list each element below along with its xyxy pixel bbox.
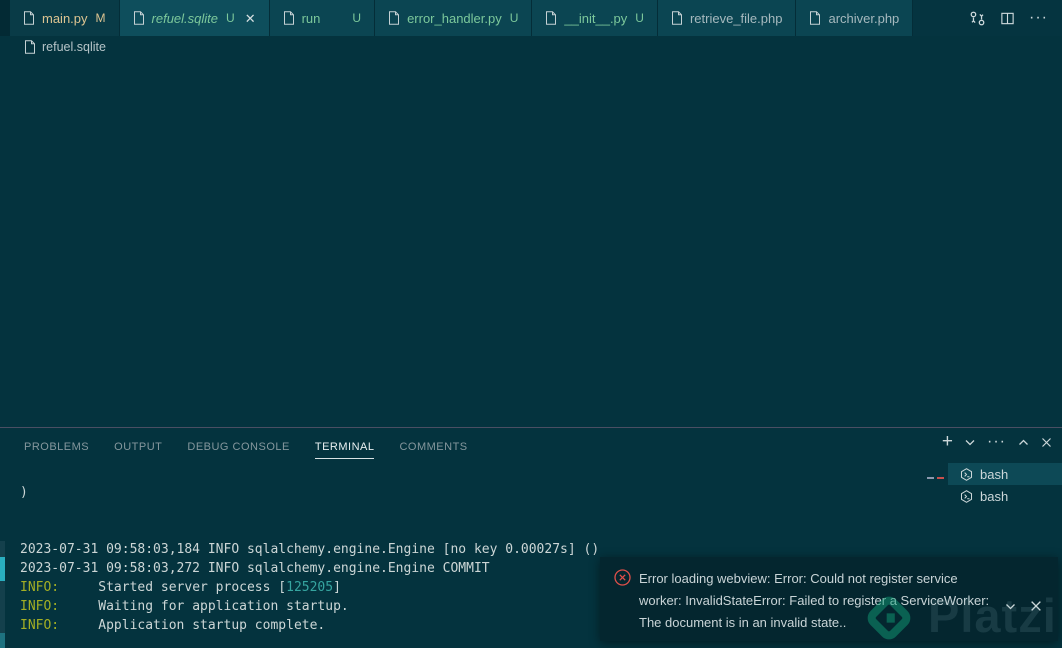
tab-label: __init__.py [564, 10, 628, 26]
tab-label: run [301, 10, 321, 26]
panel-tab-terminal[interactable]: TERMINAL [314, 433, 375, 459]
terminal-command-decoration [0, 557, 5, 581]
breadcrumb-file: refuel.sqlite [42, 40, 106, 54]
error-icon [614, 569, 631, 641]
editor-tab-refuel.sqlite[interactable]: refuel.sqlite U ✕ [119, 0, 270, 36]
terminal-dropdown-icon[interactable] [965, 439, 975, 446]
maximize-panel-icon[interactable] [1018, 439, 1029, 446]
editor-content [0, 58, 1062, 427]
terminal-command-decoration [0, 633, 5, 648]
open-changes-icon[interactable] [969, 10, 986, 27]
notification-chevron-down-icon[interactable] [1005, 571, 1016, 641]
file-icon [283, 11, 295, 25]
file-icon [671, 11, 683, 25]
panel-actions: + ··· [942, 432, 1052, 451]
editor-tabs: main.py Mrefuel.sqlite U ✕ run Uerror_handler… [10, 0, 955, 36]
tab-git-status-badge: M [95, 11, 106, 25]
file-icon [133, 11, 145, 25]
overview-decoration-error [937, 477, 944, 479]
file-icon [388, 11, 400, 25]
tab-label: retrieve_file.php [689, 10, 783, 26]
panel-tab-comments[interactable]: COMMENTS [399, 433, 467, 459]
tab-label: archiver.php [828, 10, 900, 26]
terminal-icon [960, 489, 973, 503]
session-label: bash [980, 488, 1009, 504]
panel-more-icon[interactable]: ··· [987, 434, 1006, 450]
notification-close-icon[interactable] [1030, 571, 1042, 641]
file-icon [809, 11, 821, 25]
panel-tab-debug-console[interactable]: DEBUG CONSOLE [187, 433, 289, 459]
terminal-session-bash[interactable]: bash [948, 485, 1062, 507]
panel-tab-output[interactable]: OUTPUT [114, 433, 162, 459]
notification-toast: Error loading webview: Error: Could not … [600, 557, 1058, 641]
editor-actions: ··· [955, 0, 1062, 36]
tab-git-status-badge: U [635, 11, 644, 25]
editor-tab-main.py[interactable]: main.py M [10, 0, 120, 36]
tab-label: main.py [42, 10, 88, 26]
editor-tab-retrieve_file.php[interactable]: retrieve_file.php [657, 0, 797, 36]
editor-tab-__init__.py[interactable]: __init__.py U [532, 0, 658, 36]
panel-tab-problems[interactable]: PROBLEMS [24, 433, 89, 459]
editor-tab-run[interactable]: run U [269, 0, 376, 36]
tab-label: refuel.sqlite [151, 10, 219, 26]
terminal-session-bash[interactable]: bash [927, 463, 1062, 485]
close-panel-icon[interactable] [1041, 437, 1052, 448]
panel-header: PROBLEMS OUTPUT DEBUG CONSOLE TERMINAL COMME… [0, 428, 1062, 463]
file-icon [545, 11, 557, 25]
editor-tab-archiver.php[interactable]: archiver.php [796, 0, 914, 36]
more-actions-icon[interactable]: ··· [1029, 10, 1048, 26]
session-label: bash [980, 466, 1009, 482]
tab-close-icon[interactable]: ✕ [245, 12, 256, 25]
terminal-icon [960, 467, 973, 481]
new-terminal-icon[interactable]: + [942, 432, 953, 451]
breadcrumb[interactable]: refuel.sqlite [0, 36, 1062, 58]
terminal-output: ) 2023-07-31 09:58:03,184 INFO sqlalchem… [20, 485, 600, 633]
overview-decoration [927, 477, 934, 479]
tab-git-status-badge: U [352, 11, 362, 25]
editor-tab-bar: main.py Mrefuel.sqlite U ✕ run Uerror_handler… [0, 0, 1062, 36]
file-icon [24, 40, 36, 54]
editor-tab-error_handler.py[interactable]: error_handler.py U [375, 0, 533, 36]
notification-message: Error loading webview: Error: Could not … [639, 571, 990, 630]
tabbar-left-gap [0, 0, 10, 36]
notification-actions [1005, 571, 1042, 641]
tab-label: error_handler.py [407, 10, 502, 26]
file-icon [23, 11, 35, 25]
split-editor-icon[interactable] [1000, 11, 1015, 26]
panel-tabs: PROBLEMS OUTPUT DEBUG CONSOLE TERMINAL COMME… [0, 433, 468, 459]
tab-git-status-badge: U [509, 11, 519, 25]
tab-git-status-badge: U [226, 11, 235, 25]
